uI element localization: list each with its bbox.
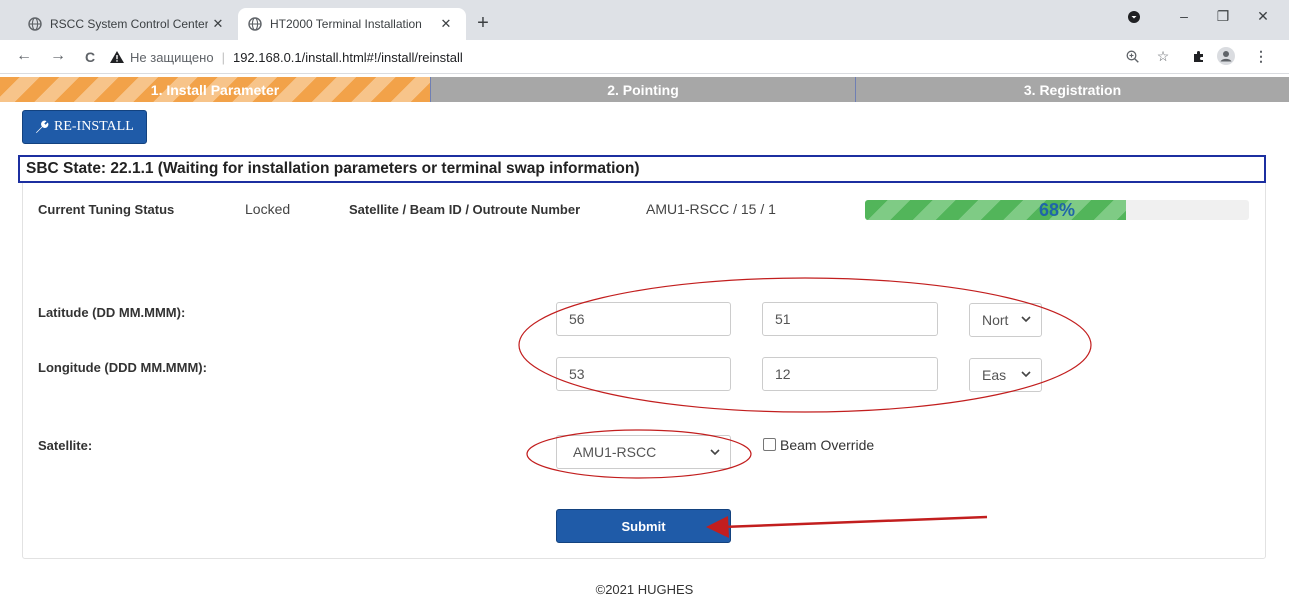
submit-button[interactable]: Submit xyxy=(556,509,731,543)
tab-title: RSCC System Control Center xyxy=(50,17,208,31)
profile-dot-icon[interactable] xyxy=(1122,8,1146,26)
longitude-direction-value: Eas xyxy=(982,367,1007,383)
latitude-direction-select[interactable]: Nort xyxy=(969,303,1042,337)
browser-tab-bar: RSCC System Control Center ✕ HT2000 Term… xyxy=(0,0,1289,40)
extensions-icon[interactable] xyxy=(1188,48,1208,66)
url-separator: | xyxy=(221,49,225,65)
satellite-select-value: AMU1-RSCC xyxy=(573,444,657,460)
longitude-degrees-input[interactable]: 53 xyxy=(556,357,731,391)
globe-icon xyxy=(28,17,42,31)
back-button[interactable]: ← xyxy=(14,47,34,65)
footer-copyright: ©2021 HUGHES xyxy=(595,582,694,597)
longitude-direction-select[interactable]: Eas xyxy=(969,358,1042,392)
star-icon[interactable]: ☆ xyxy=(1153,48,1173,65)
step-registration[interactable]: 3. Registration xyxy=(856,77,1289,102)
not-secure-label: Не защищено xyxy=(130,49,214,65)
new-tab-button[interactable]: + xyxy=(472,12,494,35)
wizard-steps: 1. Install Parameter 2. Pointing 3. Regi… xyxy=(0,77,1289,102)
beam-override-label[interactable]: Beam Override xyxy=(780,437,874,453)
restore-button[interactable]: ❐ xyxy=(1211,8,1235,25)
step-pointing[interactable]: 2. Pointing xyxy=(430,77,856,102)
zoom-icon[interactable] xyxy=(1122,48,1142,66)
tab-rscc[interactable]: RSCC System Control Center ✕ xyxy=(18,8,238,40)
longitude-label: Longitude (DDD MM.MMM): xyxy=(38,360,207,375)
reinstall-label: RE-INSTALL xyxy=(54,119,134,134)
close-tab-icon[interactable]: ✕ xyxy=(208,16,228,32)
latitude-direction-value: Nort xyxy=(982,312,1009,328)
chevron-down-icon xyxy=(1021,316,1031,323)
wrench-icon xyxy=(36,120,49,133)
warning-icon xyxy=(110,51,124,63)
step-install-parameter[interactable]: 1. Install Parameter xyxy=(0,77,430,102)
tab-ht2000[interactable]: HT2000 Terminal Installation ✕ xyxy=(238,8,466,40)
beam-override-checkbox[interactable] xyxy=(763,438,776,451)
chevron-down-icon xyxy=(1021,371,1031,378)
url-text: 192.168.0.1/install.html#!/install/reins… xyxy=(232,49,463,65)
satellite-beam-label: Satellite / Beam ID / Outroute Number xyxy=(349,202,581,217)
satellite-beam-value: AMU1-RSCC / 15 / 1 xyxy=(646,201,776,217)
address-bar-row: ← → C Не защищено | 192.168.0.1/install.… xyxy=(0,40,1289,74)
menu-icon[interactable]: ⋮ xyxy=(1251,48,1271,65)
forward-button[interactable]: → xyxy=(48,47,68,65)
profile-icon[interactable] xyxy=(1216,47,1236,68)
tuning-status-label: Current Tuning Status xyxy=(38,202,175,217)
reinstall-button[interactable]: RE-INSTALL xyxy=(22,110,147,144)
globe-icon xyxy=(248,17,262,31)
sbc-state-bar: SBC State: 22.1.1 (Waiting for installat… xyxy=(18,155,1266,183)
close-window-button[interactable]: ✕ xyxy=(1251,8,1275,25)
latitude-minutes-input[interactable]: 51 xyxy=(762,302,938,336)
tuning-status-value: Locked xyxy=(245,201,291,217)
signal-progress-bar: 68% xyxy=(865,200,1249,220)
satellite-label: Satellite: xyxy=(38,438,93,453)
longitude-minutes-input[interactable]: 12 xyxy=(762,357,938,391)
latitude-label: Latitude (DD MM.MMM): xyxy=(38,305,186,320)
reload-button[interactable]: C xyxy=(80,49,100,65)
url-field[interactable]: Не защищено | 192.168.0.1/install.html#!… xyxy=(110,44,1110,70)
minimize-button[interactable]: – xyxy=(1172,8,1196,24)
chevron-down-icon xyxy=(710,449,720,456)
satellite-select[interactable]: AMU1-RSCC xyxy=(556,435,731,469)
close-tab-icon[interactable]: ✕ xyxy=(436,16,456,32)
tab-title: HT2000 Terminal Installation xyxy=(270,17,422,31)
progress-text: 68% xyxy=(1038,200,1076,220)
latitude-degrees-input[interactable]: 56 xyxy=(556,302,731,336)
